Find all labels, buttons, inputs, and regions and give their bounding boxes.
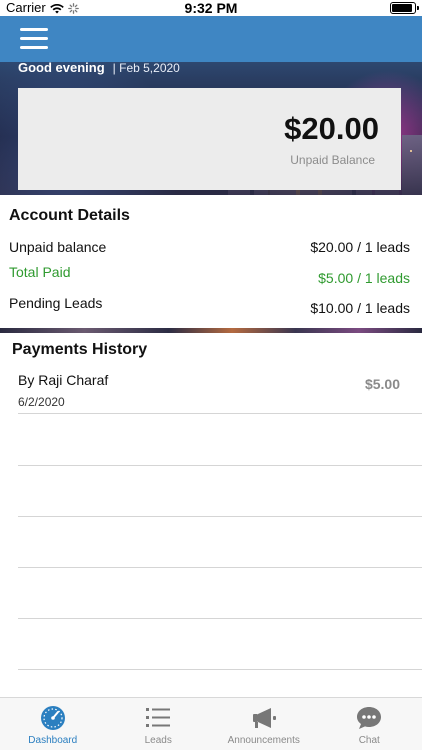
list-icon — [146, 708, 171, 727]
list-separator — [18, 465, 422, 466]
greeting-line: Good evening | Feb 5,2020 — [18, 60, 180, 75]
status-time: 9:32 PM — [184, 0, 238, 16]
chat-bubble-icon — [357, 707, 382, 729]
tab-label: Leads — [144, 735, 172, 746]
tab-announcements[interactable]: Announcements — [211, 698, 317, 750]
tab-label: Dashboard — [28, 735, 78, 746]
account-row-label: Unpaid balance — [9, 239, 107, 255]
account-row-unpaid: Unpaid balance $20.00 / 1 leads — [9, 239, 410, 255]
unpaid-balance-label: Unpaid Balance — [290, 153, 375, 167]
list-separator — [18, 669, 422, 670]
account-row-value: $10.00 / 1 leads — [310, 300, 410, 316]
payment-date: 6/2/2020 — [18, 395, 65, 409]
account-details-title: Account Details — [9, 207, 130, 224]
hamburger-menu-icon[interactable] — [20, 26, 50, 52]
tab-label: Chat — [358, 735, 380, 746]
tab-leads[interactable]: Leads — [106, 698, 212, 750]
battery-icon — [390, 2, 419, 14]
list-separator — [18, 618, 422, 619]
greeting-date: | Feb 5,2020 — [112, 60, 180, 75]
account-row-label: Pending Leads — [9, 295, 103, 311]
unpaid-balance-amount: $20.00 — [284, 111, 379, 146]
account-row-total-paid: Total Paid $5.00 / 1 leads — [9, 264, 410, 286]
nav-bar — [0, 16, 422, 62]
account-row-value: $20.00 / 1 leads — [310, 239, 410, 255]
status-bar: Carrier 9:32 PM — [0, 0, 422, 16]
payments-history-title: Payments History — [12, 341, 148, 358]
dashboard-gauge-icon — [40, 706, 65, 730]
tab-label: Announcements — [227, 735, 300, 746]
list-separator — [18, 516, 422, 517]
payments-history-section: Payments History By Raji Charaf 6/2/2020… — [0, 333, 422, 696]
payment-by: By Raji Charaf — [18, 372, 109, 388]
tab-dashboard[interactable]: Dashboard — [0, 698, 106, 750]
account-row-value: $5.00 / 1 leads — [318, 270, 410, 286]
tab-bar: Dashboard Leads Announcements Chat — [0, 697, 422, 750]
list-separator — [18, 413, 422, 414]
tab-chat[interactable]: Chat — [317, 698, 422, 750]
greeting-text: Good evening — [18, 60, 105, 75]
balance-card: $20.00 Unpaid Balance — [18, 88, 401, 190]
account-details-section: Account Details Unpaid balance $20.00 / … — [0, 195, 422, 328]
payment-list-item[interactable]: By Raji Charaf 6/2/2020 $5.00 — [18, 369, 400, 413]
account-row-pending: Pending Leads $10.00 / 1 leads — [9, 295, 410, 316]
list-separator — [18, 567, 422, 568]
account-row-label: Total Paid — [9, 264, 71, 280]
payment-amount: $5.00 — [364, 376, 400, 392]
megaphone-icon — [252, 708, 276, 728]
